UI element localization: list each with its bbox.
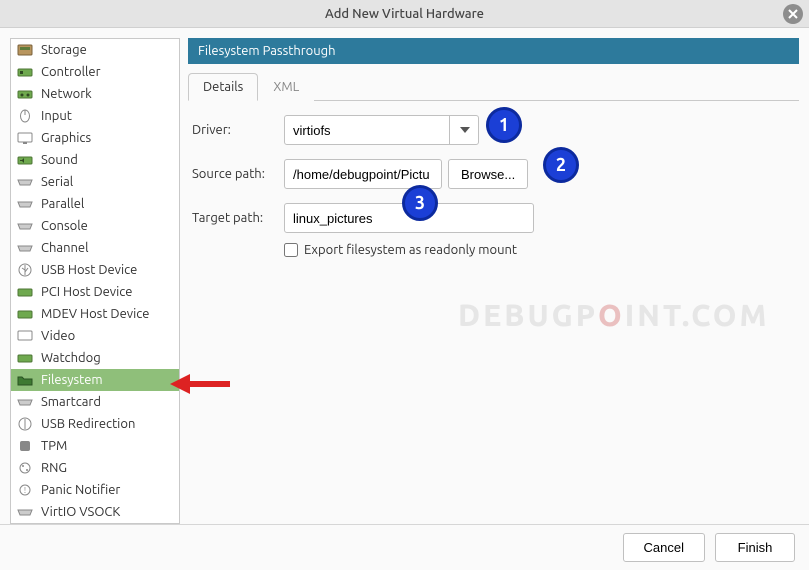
driver-label: Driver: [192, 123, 276, 137]
channel-icon [17, 241, 33, 255]
sidebar-item-label: Graphics [41, 131, 91, 145]
sidebar-item-label: Sound [41, 153, 78, 167]
sidebar-item-label: Panic Notifier [41, 483, 120, 497]
video-icon [17, 329, 33, 343]
sidebar-item-parallel[interactable]: Parallel [11, 193, 179, 215]
sidebar-item-console[interactable]: Console [11, 215, 179, 237]
sidebar-item-label: VirtIO VSOCK [41, 505, 120, 519]
browse-button[interactable]: Browse... [448, 159, 528, 189]
usb-icon [17, 263, 33, 277]
annotation-arrow [170, 372, 230, 396]
sidebar-item-label: Serial [41, 175, 73, 189]
sidebar-item-label: Network [41, 87, 92, 101]
sidebar-item-label: Input [41, 109, 72, 123]
cancel-button[interactable]: Cancel [623, 533, 705, 562]
svg-text:!: ! [24, 486, 26, 495]
sidebar-item-network[interactable]: Network [11, 83, 179, 105]
watchdog-icon [17, 351, 33, 365]
sidebar-item-watchdog[interactable]: Watchdog [11, 347, 179, 369]
sidebar-item-pci-host[interactable]: PCI Host Device [11, 281, 179, 303]
smartcard-icon [17, 395, 33, 409]
sidebar-item-label: Smartcard [41, 395, 101, 409]
sidebar-item-usb-redir[interactable]: USB Redirection [11, 413, 179, 435]
sidebar-item-graphics[interactable]: Graphics [11, 127, 179, 149]
sidebar-item-label: TPM [41, 439, 67, 453]
controller-icon [17, 65, 33, 79]
folder-icon [17, 373, 33, 387]
sidebar-item-mdev-host[interactable]: MDEV Host Device [11, 303, 179, 325]
sidebar-item-label: PCI Host Device [41, 285, 132, 299]
tpm-icon [17, 439, 33, 453]
dialog-footer: Cancel Finish [0, 524, 809, 570]
sidebar-item-label: Console [41, 219, 88, 233]
sidebar-item-smartcard[interactable]: Smartcard [11, 391, 179, 413]
titlebar: Add New Virtual Hardware [0, 0, 809, 28]
serial-icon [17, 175, 33, 189]
mdev-icon [17, 307, 33, 321]
sidebar-item-storage[interactable]: Storage [11, 39, 179, 61]
annotation-balloon-1: 1 [486, 107, 522, 143]
rng-icon [17, 461, 33, 475]
sidebar-item-sound[interactable]: Sound [11, 149, 179, 171]
hardware-sidebar: Storage Controller Network Input Graphic… [10, 38, 180, 524]
tab-details[interactable]: Details [188, 73, 258, 101]
storage-icon [17, 43, 33, 57]
sidebar-item-label: Parallel [41, 197, 84, 211]
dialog-body: Storage Controller Network Input Graphic… [0, 28, 809, 524]
source-path-label: Source path: [192, 167, 276, 181]
sidebar-item-video[interactable]: Video [11, 325, 179, 347]
network-icon [17, 87, 33, 101]
sidebar-item-label: Filesystem [41, 373, 103, 387]
panel-title: Filesystem Passthrough [188, 38, 799, 64]
display-icon [17, 131, 33, 145]
sidebar-item-input[interactable]: Input [11, 105, 179, 127]
driver-select[interactable] [284, 115, 479, 145]
sidebar-item-label: Controller [41, 65, 101, 79]
sidebar-item-rng[interactable]: RNG [11, 457, 179, 479]
readonly-checkbox[interactable] [284, 243, 298, 257]
sidebar-item-filesystem[interactable]: Filesystem [11, 369, 179, 391]
finish-button[interactable]: Finish [715, 533, 795, 562]
sidebar-item-label: MDEV Host Device [41, 307, 149, 321]
console-icon [17, 219, 33, 233]
panic-icon: ! [17, 483, 33, 497]
sidebar-item-vsock[interactable]: VirtIO VSOCK [11, 501, 179, 523]
sidebar-item-usb-host[interactable]: USB Host Device [11, 259, 179, 281]
sidebar-item-label: Watchdog [41, 351, 101, 365]
sidebar-item-panic[interactable]: ! Panic Notifier [11, 479, 179, 501]
target-path-label: Target path: [192, 211, 276, 225]
sidebar-item-serial[interactable]: Serial [11, 171, 179, 193]
sidebar-item-label: Storage [41, 43, 87, 57]
tab-xml[interactable]: XML [258, 73, 314, 101]
pci-icon [17, 285, 33, 299]
sidebar-item-label: USB Redirection [41, 417, 135, 431]
readonly-label: Export filesystem as readonly mount [304, 243, 517, 257]
tabs: Details XML [188, 72, 799, 101]
annotation-balloon-3: 3 [402, 185, 438, 221]
annotation-balloon-2: 2 [543, 147, 579, 183]
sidebar-item-tpm[interactable]: TPM [11, 435, 179, 457]
close-button[interactable] [783, 4, 803, 24]
parallel-icon [17, 197, 33, 211]
sidebar-item-controller[interactable]: Controller [11, 61, 179, 83]
watermark: DEBUGPOINT.COM [458, 298, 769, 332]
sidebar-item-label: USB Host Device [41, 263, 137, 277]
sidebar-item-channel[interactable]: Channel [11, 237, 179, 259]
usb-redir-icon [17, 417, 33, 431]
sidebar-item-label: RNG [41, 461, 67, 475]
vsock-icon [17, 505, 33, 519]
mouse-icon [17, 109, 33, 123]
sound-icon [17, 153, 33, 167]
window-title: Add New Virtual Hardware [325, 7, 484, 21]
sidebar-item-label: Video [41, 329, 75, 343]
sidebar-item-label: Channel [41, 241, 89, 255]
